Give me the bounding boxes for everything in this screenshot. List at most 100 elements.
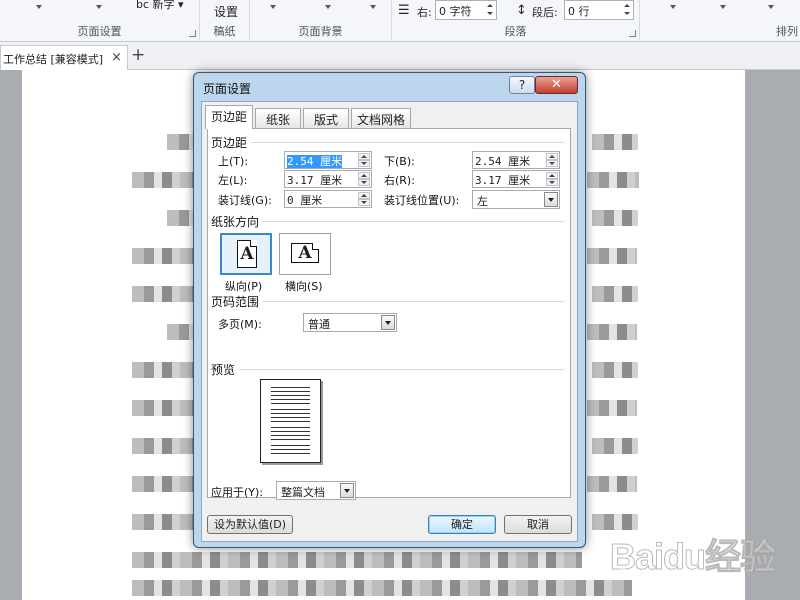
gutter-input[interactable]: 0 厘米: [284, 190, 372, 208]
section-divider: [210, 369, 564, 370]
gutter-position-value: 左: [477, 195, 488, 208]
obscured-text-line: [132, 476, 196, 492]
baidu-watermark: Baidu经验 jingyan.baidu.com: [609, 508, 800, 588]
gutter-position-select[interactable]: 左: [472, 190, 560, 209]
page-setup-dialog: 页面设置 ? ✕ 页边距 纸张 版式 文档网格 页边距 上(T): 2.54 厘…: [193, 72, 586, 548]
dropdown-arrow-icon[interactable]: [96, 5, 102, 9]
close-tab-icon[interactable]: ×: [111, 50, 122, 65]
spin-down-icon[interactable]: [358, 199, 370, 206]
ribbon-group-label: 稿纸: [213, 25, 236, 38]
dropdown-arrow-icon[interactable]: [720, 5, 726, 9]
obscured-text-line: [132, 172, 196, 188]
obscured-text-line: [587, 476, 637, 492]
chevron-down-icon[interactable]: [340, 483, 354, 498]
cancel-button[interactable]: 取消: [504, 515, 572, 534]
spin-down-icon[interactable]: [358, 160, 370, 167]
obscured-text-line: [132, 438, 196, 454]
spin-up-icon[interactable]: [486, 2, 495, 10]
top-margin-input[interactable]: 2.54 厘米: [284, 151, 372, 169]
dropdown-arrow-icon[interactable]: [325, 5, 331, 9]
close-button[interactable]: ✕: [535, 76, 578, 94]
tab-layout[interactable]: 版式: [303, 108, 349, 128]
spin-up-icon[interactable]: [546, 153, 558, 160]
obscured-text-line: [132, 362, 196, 378]
ribbon-group-arrange: 排列: [640, 0, 800, 42]
bottom-margin-label: 下(B):: [384, 155, 415, 168]
tab-margins[interactable]: 页边距: [205, 105, 253, 129]
margins-tab-panel: 页边距 上(T): 2.54 厘米 下(B): 2.54 厘米 左(L): 3.…: [207, 128, 571, 500]
section-divider: [210, 221, 564, 222]
tab-document-grid[interactable]: 文档网格: [351, 108, 411, 128]
left-margin-input[interactable]: 3.17 厘米: [284, 170, 372, 188]
spin-down-icon[interactable]: [546, 160, 558, 167]
section-divider: [210, 301, 564, 302]
spacing-after-input[interactable]: 0 行: [564, 0, 634, 20]
spin-down-icon[interactable]: [358, 179, 370, 186]
spin-up-icon[interactable]: [358, 153, 370, 160]
portrait-label[interactable]: 纵向(P): [225, 278, 262, 294]
spin-down-icon[interactable]: [623, 10, 632, 18]
chevron-down-icon[interactable]: [381, 315, 395, 330]
dialog-launcher-icon[interactable]: [629, 30, 636, 37]
obscured-text-line: [132, 400, 196, 416]
spin-down-icon[interactable]: [486, 10, 495, 18]
new-tab-icon[interactable]: +: [131, 45, 145, 65]
dropdown-arrow-icon[interactable]: [36, 5, 42, 9]
tab-paper[interactable]: 纸张: [255, 108, 301, 128]
multiple-pages-label: 多页(M):: [218, 318, 262, 331]
ribbon-font-text[interactable]: bc 新字 ▾: [136, 0, 184, 12]
spin-down-icon[interactable]: [546, 179, 558, 186]
obscured-text-line: [132, 286, 196, 302]
obscured-text-line: [587, 172, 639, 188]
portrait-page-icon: A: [237, 240, 257, 268]
ribbon-group-paragraph: ☰ 右: 0 字符 ↕ 段后: 0 行 段落: [392, 0, 640, 42]
gutter-value: 0 厘米: [287, 194, 323, 207]
ribbon-group-page-background: 页面背景: [250, 0, 392, 42]
margins-section-label: 页边距: [211, 134, 252, 151]
spin-up-icon[interactable]: [358, 192, 370, 199]
dropdown-arrow-icon[interactable]: [768, 5, 774, 9]
indent-right-icon: ☰: [398, 3, 410, 18]
dialog-title: 页面设置: [203, 82, 252, 96]
landscape-label[interactable]: 横向(S): [285, 278, 323, 294]
dropdown-arrow-icon[interactable]: [370, 5, 376, 9]
bottom-margin-input[interactable]: 2.54 厘米: [472, 151, 560, 169]
left-margin-label: 左(L):: [218, 174, 248, 187]
obscured-text-line: [592, 438, 638, 454]
obscured-text-line: [592, 362, 638, 378]
apply-to-select[interactable]: 整篇文档: [276, 481, 356, 500]
landscape-option[interactable]: A: [279, 233, 331, 275]
ribbon-group-label: 页面背景: [298, 25, 343, 38]
multiple-pages-select[interactable]: 普通: [303, 313, 397, 332]
obscured-text-line: [132, 580, 632, 596]
manuscript-settings-button[interactable]: 设置: [214, 3, 238, 20]
gutter-position-label: 装订线位置(U):: [384, 194, 460, 207]
dropdown-arrow-icon[interactable]: [670, 5, 676, 9]
right-margin-value: 3.17 厘米: [475, 174, 531, 187]
spin-up-icon[interactable]: [358, 172, 370, 179]
ribbon-group-label: 页面设置: [77, 25, 122, 38]
set-as-default-button[interactable]: 设为默认值(D): [207, 515, 293, 534]
indent-right-input[interactable]: 0 字符: [435, 0, 497, 20]
ok-button[interactable]: 确定: [428, 515, 496, 534]
apply-to-label: 应用于(Y):: [211, 486, 264, 499]
obscured-text-line: [587, 248, 637, 264]
dropdown-arrow-icon[interactable]: [270, 5, 276, 9]
dialog-launcher-icon[interactable]: [189, 30, 196, 37]
help-button[interactable]: ?: [509, 76, 535, 94]
obscured-text-line: [167, 210, 195, 226]
portrait-option[interactable]: A: [220, 233, 272, 275]
top-margin-value: 2.54 厘米: [287, 155, 343, 168]
document-tab[interactable]: 工作总结 [兼容模式] ×: [0, 45, 128, 70]
spin-up-icon[interactable]: [546, 172, 558, 179]
chevron-down-icon[interactable]: [544, 192, 558, 207]
spin-up-icon[interactable]: [623, 2, 632, 10]
right-margin-label: 右(R):: [384, 174, 415, 187]
document-tab-bar: 工作总结 [兼容模式] × +: [0, 42, 800, 70]
landscape-page-icon: A: [291, 243, 319, 263]
gutter-label: 装订线(G):: [218, 194, 272, 207]
obscured-text-line: [587, 324, 637, 340]
spacing-after-label: 段后:: [532, 6, 558, 19]
right-margin-input[interactable]: 3.17 厘米: [472, 170, 560, 188]
obscured-text-line: [132, 514, 196, 530]
